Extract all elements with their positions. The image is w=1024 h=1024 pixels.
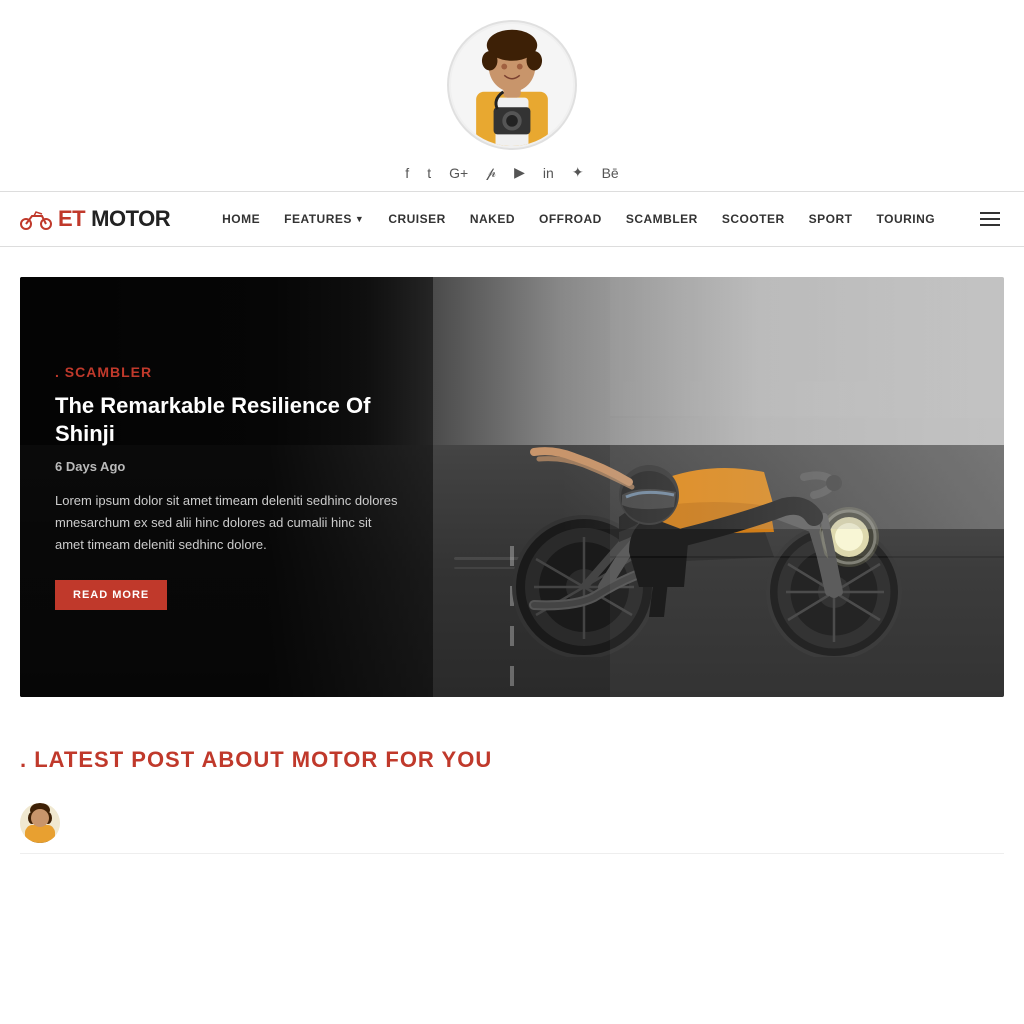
read-more-button[interactable]: READ MORE [55, 580, 167, 610]
logo-et: ET [58, 206, 85, 232]
twitter-icon[interactable]: t [427, 165, 431, 181]
pinterest-icon[interactable]: 𝓅 [486, 164, 496, 181]
linkedin-icon[interactable]: in [543, 165, 554, 181]
nav-naked[interactable]: NAKED [458, 191, 527, 247]
latest-post-item [20, 793, 1004, 854]
facebook-icon[interactable]: f [405, 165, 409, 181]
hamburger-menu[interactable] [976, 208, 1004, 230]
hero-excerpt: Lorem ipsum dolor sit amet timeam deleni… [55, 490, 398, 556]
nav-offroad[interactable]: OFFROAD [527, 191, 614, 247]
site-logo[interactable]: ET MOTOR [20, 206, 170, 232]
features-chevron-icon: ▼ [355, 214, 364, 224]
post-author-avatar [20, 803, 60, 843]
nav-touring[interactable]: TOURING [865, 191, 948, 247]
nav-cruiser[interactable]: CRUISER [376, 191, 458, 247]
latest-section-title: LATEST POST ABOUT MOTOR FOR YOU [20, 747, 1004, 773]
behance-icon[interactable]: Bē [602, 165, 619, 181]
googleplus-icon[interactable]: G+ [449, 165, 468, 181]
nav-features[interactable]: FEATURES ▼ [272, 191, 376, 247]
logo-motor: MOTOR [91, 206, 170, 232]
hero-date: 6 Days Ago [55, 459, 398, 474]
youtube-icon[interactable]: ▶ [514, 164, 525, 181]
author-avatar [447, 20, 577, 150]
hero-section: SCAMBLER The Remarkable Resilience Of Sh… [20, 277, 1004, 697]
main-nav: ET MOTOR HOME FEATURES ▼ CRUISER NAKED O… [0, 191, 1024, 247]
nav-menu: HOME FEATURES ▼ CRUISER NAKED OFFROAD SC… [210, 191, 976, 247]
author-section: f t G+ 𝓅 ▶ in ✦ Bē [0, 0, 1024, 191]
rss-icon[interactable]: ✦ [572, 164, 584, 181]
hero-category: SCAMBLER [55, 364, 398, 380]
motorcycle-icon [20, 208, 52, 230]
hero-overlay: SCAMBLER The Remarkable Resilience Of Sh… [20, 277, 433, 697]
nav-scambler[interactable]: SCAMBLER [614, 191, 710, 247]
social-icons-row: f t G+ 𝓅 ▶ in ✦ Bē [405, 164, 618, 181]
nav-sport[interactable]: SPORT [797, 191, 865, 247]
hero-title: The Remarkable Resilience Of Shinji [55, 392, 398, 449]
nav-scooter[interactable]: SCOOTER [710, 191, 797, 247]
nav-home[interactable]: HOME [210, 191, 272, 247]
latest-section: LATEST POST ABOUT MOTOR FOR YOU [0, 727, 1024, 864]
